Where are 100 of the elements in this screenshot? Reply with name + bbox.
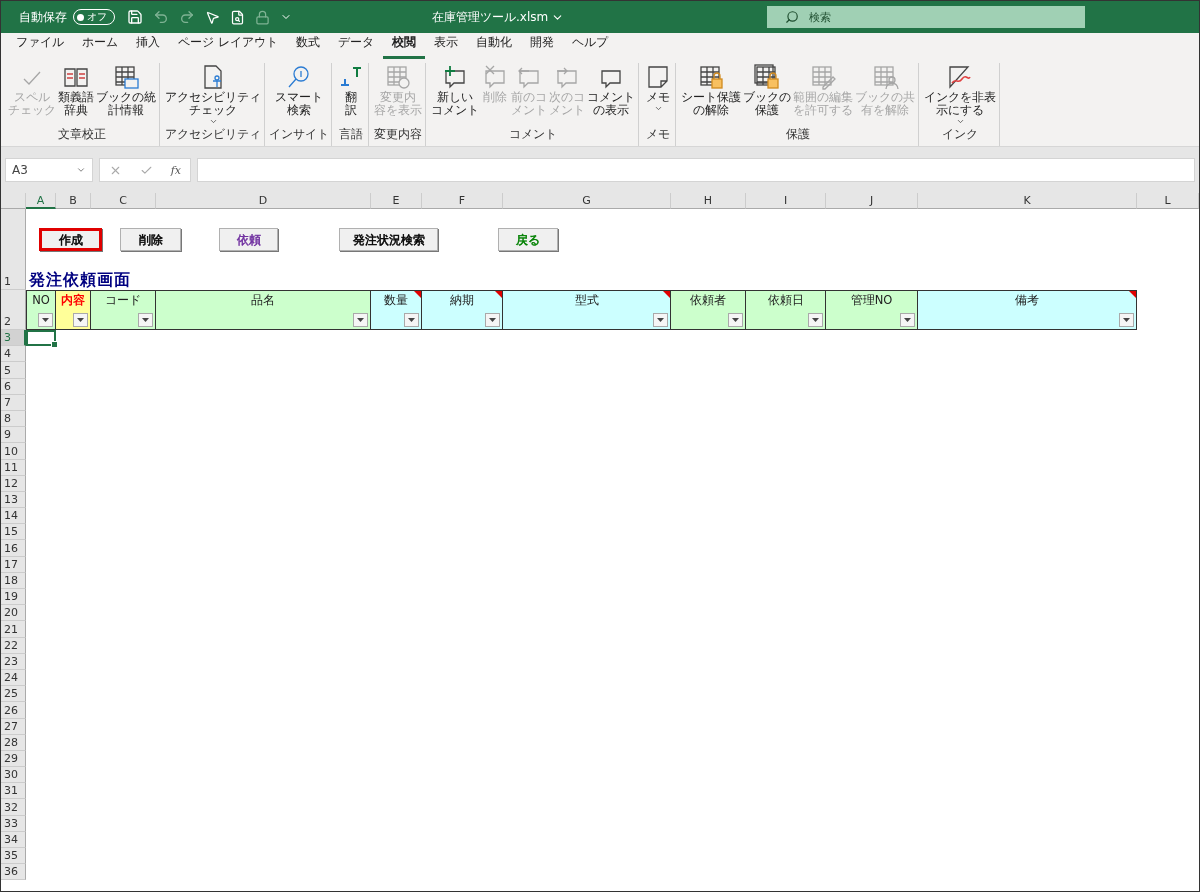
- caret-icon: [142, 318, 149, 322]
- ribbon-command[interactable]: 翻 訳: [336, 63, 366, 126]
- sheet-button[interactable]: 作成: [39, 228, 102, 251]
- row-header[interactable]: 2: [1, 290, 26, 330]
- ribbon-command[interactable]: アクセシビリティ チェック: [164, 63, 262, 126]
- name-box[interactable]: A3: [5, 158, 93, 182]
- menu-tab[interactable]: データ: [328, 34, 383, 59]
- ribbon-command[interactable]: コメント の表示: [586, 63, 636, 126]
- pointer-icon[interactable]: [205, 9, 220, 25]
- row-header[interactable]: 14: [1, 508, 26, 525]
- filter-button[interactable]: [485, 313, 500, 327]
- row-header[interactable]: 31: [1, 783, 26, 800]
- caret-icon: [208, 117, 218, 126]
- sheet-button[interactable]: 削除: [120, 228, 181, 251]
- table-clock-icon: [384, 63, 412, 91]
- search-icon: [785, 10, 799, 24]
- filter-button[interactable]: [808, 313, 823, 327]
- filter-button[interactable]: [353, 313, 368, 327]
- ribbon-command[interactable]: ブックの統 計情報: [95, 63, 157, 126]
- row-header[interactable]: 4: [1, 346, 26, 363]
- filter-button[interactable]: [653, 313, 668, 327]
- column-header[interactable]: H: [671, 193, 746, 209]
- header-cell: 納期: [422, 290, 503, 330]
- sheet-button[interactable]: 発注状況検索: [339, 228, 438, 251]
- column-header[interactable]: B: [56, 193, 91, 209]
- sheet-title: 発注依頼画面: [29, 270, 131, 290]
- fill-handle[interactable]: [51, 341, 58, 349]
- column-header[interactable]: J: [826, 193, 918, 209]
- column-header[interactable]: I: [746, 193, 826, 209]
- column-header[interactable]: C: [91, 193, 156, 209]
- caret-icon: [955, 117, 965, 126]
- column-header[interactable]: E: [371, 193, 422, 209]
- group-label: メモ: [646, 126, 670, 143]
- row-header[interactable]: 25: [1, 686, 26, 703]
- menu-tab[interactable]: ヘルプ: [562, 34, 617, 59]
- row-header[interactable]: 9: [1, 427, 26, 444]
- ribbon-command[interactable]: メモ: [643, 63, 673, 126]
- filter-button[interactable]: [38, 313, 53, 327]
- selected-cell[interactable]: [26, 330, 56, 347]
- header-cell: 数量: [371, 290, 422, 330]
- search-field[interactable]: 検索: [767, 6, 1085, 28]
- column-header[interactable]: G: [503, 193, 671, 209]
- ribbon-command[interactable]: ブックの 保護: [742, 63, 792, 126]
- ribbon-command[interactable]: スマート 検索: [274, 63, 324, 126]
- row-header[interactable]: 20: [1, 605, 26, 622]
- row-header[interactable]: 30: [1, 767, 26, 784]
- group-label: コメント: [509, 126, 557, 143]
- row-header[interactable]: 36: [1, 864, 26, 881]
- row-header[interactable]: 16: [1, 540, 26, 557]
- insert-function-button[interactable]: fx: [170, 163, 182, 177]
- column-header[interactable]: A: [26, 193, 56, 209]
- row-header[interactable]: 19: [1, 589, 26, 606]
- ribbon-command[interactable]: 新しい コメント: [430, 63, 480, 126]
- formula-input[interactable]: [197, 158, 1195, 182]
- header-cell: 品名: [156, 290, 371, 330]
- filter-button[interactable]: [728, 313, 743, 327]
- filter-button[interactable]: [73, 313, 88, 327]
- row-header[interactable]: 21: [1, 621, 26, 638]
- filter-button[interactable]: [900, 313, 915, 327]
- group-label: 保護: [786, 126, 810, 143]
- menu-tab[interactable]: ページ レイアウト: [169, 34, 287, 59]
- ribbon-command[interactable]: シート保護 の解除: [680, 63, 742, 126]
- column-header[interactable]: F: [422, 193, 503, 209]
- row-header[interactable]: 15: [1, 524, 26, 541]
- column-header[interactable]: D: [156, 193, 371, 209]
- document-search-icon[interactable]: [230, 9, 245, 25]
- ribbon-command[interactable]: インクを非表 示にする: [923, 63, 997, 126]
- filter-button[interactable]: [1119, 313, 1134, 327]
- menu-tab[interactable]: 挿入: [127, 34, 169, 59]
- menu-tab[interactable]: 自動化: [466, 34, 521, 59]
- row-header[interactable]: 5: [1, 362, 26, 379]
- filter-button[interactable]: [404, 313, 419, 327]
- caret-icon: [408, 318, 415, 322]
- caret-icon: [1123, 318, 1130, 322]
- caret-icon[interactable]: [76, 165, 86, 175]
- group-label: インサイト: [269, 126, 329, 143]
- filter-button[interactable]: [138, 313, 153, 327]
- row-header[interactable]: 35: [1, 848, 26, 865]
- sheet-button[interactable]: 戻る: [498, 228, 558, 251]
- menu-tab[interactable]: ホーム: [73, 34, 127, 59]
- column-header[interactable]: K: [918, 193, 1137, 209]
- row-header[interactable]: 3: [1, 330, 26, 347]
- column-header[interactable]: L: [1137, 193, 1199, 209]
- menu-tab[interactable]: 数式: [286, 34, 329, 59]
- group-label: 言語: [339, 126, 363, 143]
- row-header[interactable]: 32: [1, 799, 26, 816]
- table-numbers-icon: [112, 63, 140, 91]
- header-cell: 型式: [503, 290, 671, 330]
- sheet-button[interactable]: 依頼: [219, 228, 278, 251]
- ribbon-command[interactable]: 類義語 辞典: [57, 63, 95, 126]
- menu-tab[interactable]: 開発: [520, 34, 563, 59]
- menu-tab[interactable]: 表示: [424, 34, 467, 59]
- table-person-icon: [871, 63, 899, 91]
- save-icon[interactable]: [127, 9, 143, 25]
- table-pencil-icon: [809, 63, 837, 91]
- row-header[interactable]: 1: [1, 209, 26, 290]
- header-cell: 依頼日: [746, 290, 826, 330]
- row-header[interactable]: 10: [1, 443, 26, 460]
- row-header[interactable]: 26: [1, 702, 26, 719]
- menu-tab[interactable]: ファイル: [7, 34, 73, 59]
